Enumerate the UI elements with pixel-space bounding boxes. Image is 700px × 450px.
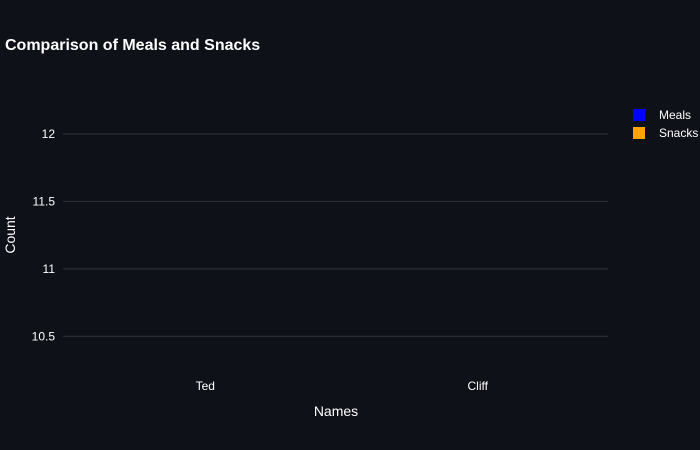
legend: Meals Snacks	[633, 108, 698, 140]
y-tick-label: 12	[42, 127, 56, 141]
x-axis-title: Names	[314, 403, 358, 419]
x-tick-label-cliff: Cliff	[468, 379, 489, 393]
gridlines	[63, 133, 608, 337]
legend-swatch-snacks	[633, 127, 645, 139]
x-tick-labels: Ted Cliff	[196, 379, 489, 393]
legend-item-snacks[interactable]: Snacks	[633, 126, 698, 140]
y-tick-label: 11	[43, 262, 56, 276]
legend-label-meals: Meals	[659, 108, 691, 122]
legend-label-snacks: Snacks	[659, 126, 698, 140]
legend-swatch-meals	[633, 109, 645, 121]
chart-container: Comparison of Meals and Snacks 10.5 11 11.…	[0, 0, 700, 450]
y-tick-label: 10.5	[32, 329, 56, 343]
y-axis-title: Count	[2, 216, 18, 253]
y-tick-label: 11.5	[33, 194, 56, 208]
chart-title: Comparison of Meals and Snacks	[5, 37, 260, 54]
legend-item-meals[interactable]: Meals	[633, 108, 691, 122]
y-tick-labels: 10.5 11 11.5 12	[32, 127, 56, 343]
chart-svg: Comparison of Meals and Snacks 10.5 11 11.…	[2, 37, 698, 419]
x-tick-label-ted: Ted	[196, 379, 215, 393]
